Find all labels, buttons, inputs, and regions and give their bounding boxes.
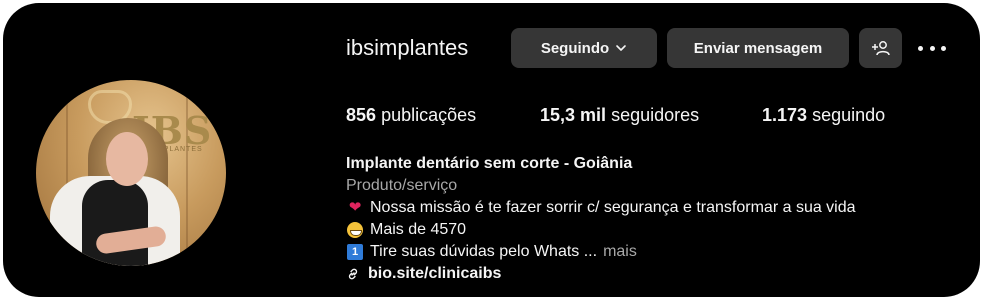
chevron-down-icon xyxy=(616,45,626,51)
profile-avatar[interactable]: IBS IMPLANTES xyxy=(36,80,226,266)
avatar-person-top xyxy=(82,180,148,266)
posts-count: 856 xyxy=(346,105,377,125)
send-message-button[interactable]: Enviar mensagem xyxy=(667,28,849,68)
link-icon xyxy=(348,268,358,280)
more-dot xyxy=(941,45,946,51)
more-dot xyxy=(918,45,923,51)
send-message-label: Enviar mensagem xyxy=(693,39,823,57)
heart-icon: ❤ xyxy=(348,199,362,216)
grinning-face-icon xyxy=(346,222,364,238)
following-label: seguindo xyxy=(812,105,886,125)
more-options-icon[interactable] xyxy=(918,38,946,58)
bio-category: Produto/serviço xyxy=(346,177,458,194)
avatar-person-face xyxy=(106,132,148,186)
followers-count: 15,3 mil xyxy=(540,105,607,125)
bio-line: ❤ Nossa missão é te fazer sorrir c/ segu… xyxy=(346,197,946,219)
bio-line-2: Mais de 4570 xyxy=(370,221,467,238)
posts-label: publicações xyxy=(381,105,477,125)
posts-stat: 856 publicações xyxy=(346,105,476,126)
followers-label: seguidores xyxy=(611,105,700,125)
profile-header: IBS IMPLANTES ibsimplantes Seguindo Envi… xyxy=(3,3,980,297)
bio-link-text: bio.site/clinicaibs xyxy=(368,265,502,282)
following-count: 1.173 xyxy=(762,105,808,125)
following-button[interactable]: Seguindo xyxy=(511,28,657,68)
bio-line: 1 Tire suas dúvidas pelo Whats ... mais xyxy=(346,241,946,263)
keycap-one-icon: 1 xyxy=(346,244,364,260)
more-dot xyxy=(929,45,935,51)
bio-line: Mais de 4570 xyxy=(346,219,946,241)
add-person-icon xyxy=(871,41,890,56)
following-button-label: Seguindo xyxy=(540,39,610,57)
followers-stat[interactable]: 15,3 mil seguidores xyxy=(540,105,699,126)
bio-line-1: Nossa missão é te fazer sorrir c/ segura… xyxy=(370,199,856,216)
bio-line-3: Tire suas dúvidas pelo Whats ... xyxy=(370,243,598,260)
following-stat[interactable]: 1.173 seguindo xyxy=(762,105,885,126)
bio-name: Implante dentário sem corte - Goiânia xyxy=(346,155,633,172)
profile-bio: Implante dentário sem corte - Goiânia Pr… xyxy=(346,153,946,285)
bio-more-link[interactable]: mais xyxy=(603,241,637,263)
bio-link[interactable]: bio.site/clinicaibs xyxy=(346,263,946,285)
profile-username: ibsimplantes xyxy=(346,35,469,60)
suggest-accounts-button[interactable] xyxy=(859,28,902,68)
